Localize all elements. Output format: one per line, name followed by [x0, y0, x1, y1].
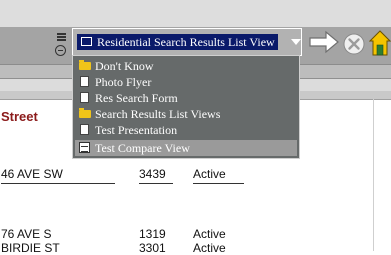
- panel-divider: [373, 99, 374, 251]
- menu-item-label: Res Search Form: [95, 91, 178, 105]
- document-icon: [80, 92, 89, 103]
- menu-item-photo-flyer[interactable]: Photo Flyer: [75, 74, 297, 90]
- chevron-down-icon[interactable]: [291, 39, 301, 45]
- row-1-status: Active: [193, 167, 226, 181]
- folder-icon: [79, 60, 91, 70]
- row-1-street: 46 AVE SW: [1, 167, 63, 181]
- menu-item-label: Search Results List Views: [95, 107, 221, 121]
- row-1-street-underline: [1, 183, 115, 184]
- grid-icon: [79, 142, 90, 153]
- grid-icon: [81, 37, 92, 46]
- menu-item-label: Test Presentation: [95, 123, 178, 137]
- row-3-street: BIRDIE ST: [1, 241, 60, 255]
- document-icon: [80, 124, 89, 135]
- view-select[interactable]: Residential Search Results List View: [72, 28, 302, 56]
- row-1-number-underline: [139, 183, 173, 184]
- row-1-number: 3439: [139, 167, 166, 181]
- row-2-status: Active: [193, 227, 226, 241]
- collapse-icon[interactable]: [55, 45, 66, 56]
- row-1-status-underline: [193, 183, 244, 184]
- folder-icon: [79, 108, 91, 118]
- document-icon: [80, 76, 89, 87]
- close-icon[interactable]: [343, 33, 365, 55]
- row-3-status: Active: [193, 241, 226, 255]
- menu-item-search-results-list-views[interactable]: Search Results List Views: [75, 106, 297, 122]
- view-select-value: Residential Search Results List View: [97, 35, 275, 49]
- menu-item-dont-know[interactable]: Don't Know: [75, 58, 297, 74]
- row-2-number: 1319: [139, 227, 166, 241]
- view-select-value-box: Residential Search Results List View: [77, 34, 278, 50]
- menu-icon[interactable]: [57, 33, 66, 43]
- home-icon[interactable]: [369, 29, 391, 57]
- row-3-number: 3301: [139, 241, 166, 255]
- menu-item-label: Photo Flyer: [95, 75, 152, 89]
- menu-item-label: Test Compare View: [95, 141, 190, 155]
- menu-item-test-presentation[interactable]: Test Presentation: [75, 122, 297, 138]
- top-bar: [0, 0, 391, 27]
- go-arrow-icon[interactable]: [308, 30, 340, 54]
- menu-item-test-compare-view[interactable]: Test Compare View: [75, 140, 297, 156]
- view-dropdown-menu: Don't Know Photo Flyer Res Search Form S…: [72, 55, 300, 159]
- row-2-street: 76 AVE S: [1, 227, 52, 241]
- column-header-street[interactable]: Street: [1, 109, 38, 124]
- menu-item-label: Don't Know: [95, 59, 154, 73]
- menu-item-res-search-form[interactable]: Res Search Form: [75, 90, 297, 106]
